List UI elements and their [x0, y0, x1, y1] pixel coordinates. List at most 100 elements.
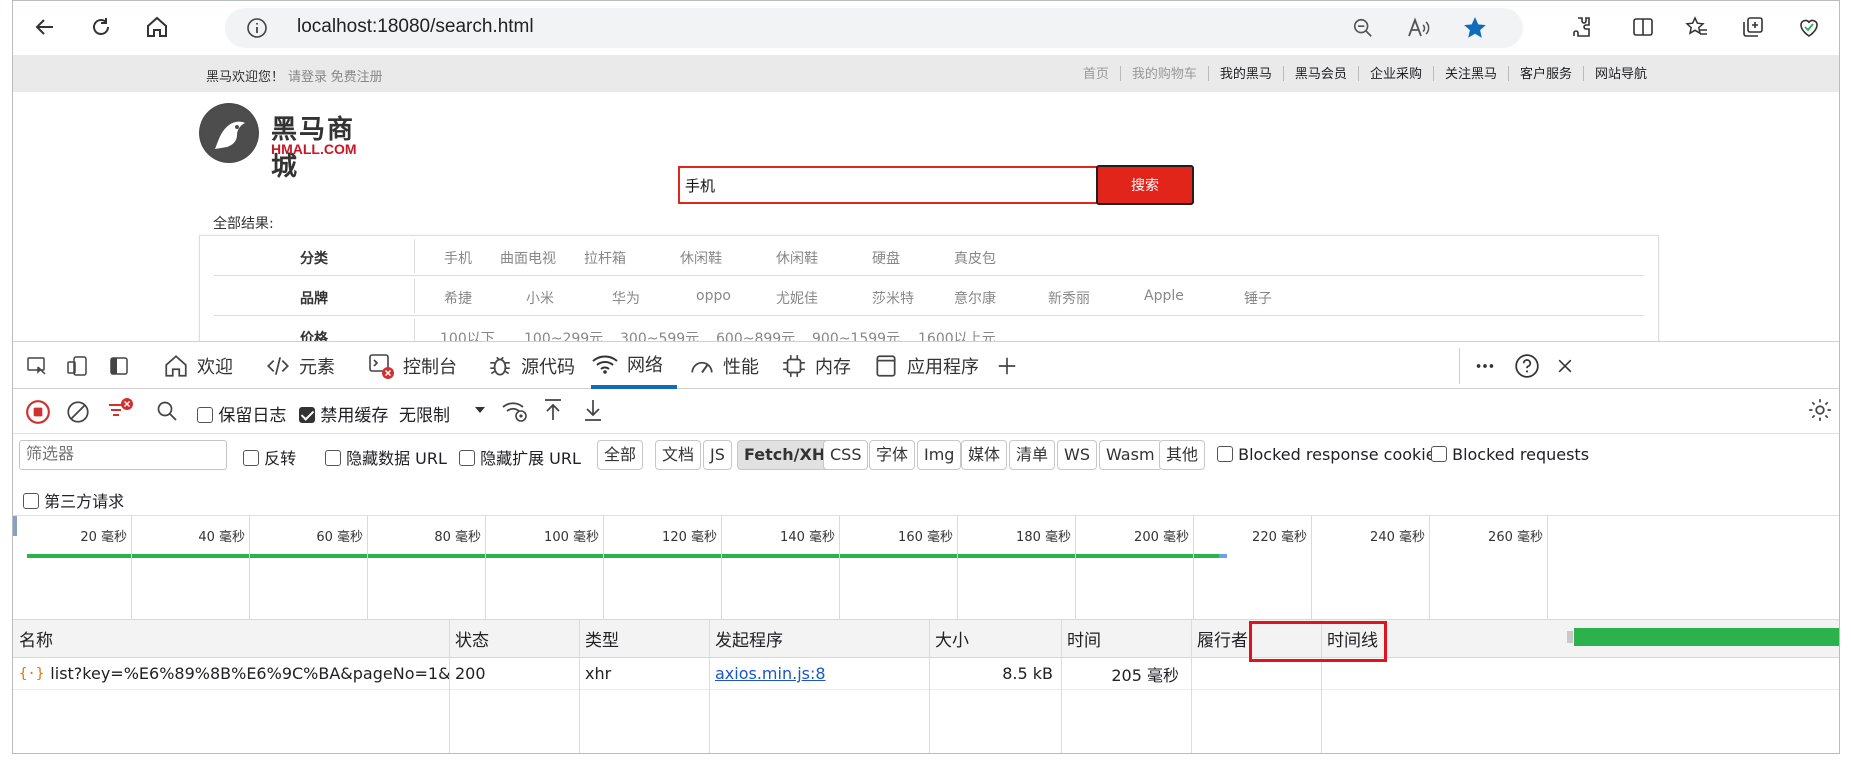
filter-option[interactable]: 小米 [526, 288, 554, 308]
help-icon[interactable] [1513, 352, 1541, 380]
login-register-link[interactable]: 请登录 免费注册 [288, 69, 383, 84]
tab-application[interactable]: 应用程序 [873, 342, 979, 389]
table-row[interactable]: {·} list?key=%E6%89%8B%E6%9C%BA&pageNo=1… [13, 658, 1839, 690]
clear-icon[interactable] [65, 399, 91, 430]
preserve-log-checkbox[interactable]: 保留日志 [197, 401, 286, 426]
address-bar[interactable]: localhost:18080/search.html [225, 8, 1523, 48]
favorite-star-icon[interactable] [1461, 14, 1489, 42]
col-type[interactable]: 类型 [579, 620, 709, 657]
top-link-my[interactable]: 我的黑马 [1209, 66, 1284, 81]
close-devtools-icon[interactable] [1551, 352, 1579, 380]
export-har-icon[interactable] [581, 397, 605, 428]
col-initiator[interactable]: 发起程序 [709, 620, 929, 657]
browser-essentials-icon[interactable] [1791, 9, 1827, 45]
filter-option[interactable]: 希捷 [444, 288, 472, 308]
inspect-element-icon[interactable] [23, 352, 51, 380]
invert-checkbox[interactable]: 反转 [243, 445, 296, 469]
stop-recording-icon[interactable] [25, 399, 51, 430]
top-link-member[interactable]: 黑马会员 [1284, 66, 1359, 81]
filter-option[interactable]: 600~899元 [716, 328, 795, 341]
tab-welcome[interactable]: 欢迎 [163, 342, 233, 389]
extensions-icon[interactable] [1563, 9, 1599, 45]
site-search-button[interactable]: 搜索 [1096, 165, 1194, 205]
filter-option[interactable]: 华为 [612, 288, 640, 308]
hide-ext-urls-checkbox[interactable]: 隐藏扩展 URL [459, 445, 581, 469]
type-chip-font[interactable]: 字体 [869, 440, 916, 470]
col-size[interactable]: 大小 [929, 620, 1061, 657]
type-chip-doc[interactable]: 文档 [655, 440, 702, 470]
site-search-input[interactable] [678, 166, 1098, 204]
search-icon[interactable] [155, 399, 179, 428]
type-chip-media[interactable]: 媒体 [961, 440, 1008, 470]
split-screen-icon[interactable] [1625, 9, 1661, 45]
filter-option[interactable]: 锤子 [1244, 288, 1272, 308]
filter-funnel-icon[interactable] [105, 397, 135, 430]
sidebar-toggle-icon[interactable] [105, 352, 133, 380]
zoom-out-icon[interactable] [1349, 14, 1377, 42]
site-logo[interactable]: 黑马商城 HMALL.COM [199, 103, 367, 182]
filter-option[interactable]: 休闲鞋 [776, 248, 818, 268]
read-aloud-icon[interactable] [1405, 14, 1433, 42]
disable-cache-checkbox[interactable]: 禁用缓存 [299, 401, 388, 426]
top-link-service[interactable]: 客户服务 [1509, 66, 1584, 81]
filter-option[interactable]: 意尔康 [954, 288, 996, 308]
type-chip-img[interactable]: Img [917, 440, 962, 470]
filter-option[interactable]: 300~599元 [620, 328, 699, 341]
type-chip-css[interactable]: CSS [823, 440, 869, 470]
top-link-home[interactable]: 首页 [1072, 66, 1121, 81]
tab-sources[interactable]: 源代码 [487, 342, 575, 389]
tab-performance[interactable]: 性能 [689, 342, 759, 389]
import-har-icon[interactable] [541, 397, 565, 428]
type-chip-manifest[interactable]: 清单 [1009, 440, 1056, 470]
add-tab-icon[interactable] [993, 352, 1021, 380]
col-status[interactable]: 状态 [449, 620, 579, 657]
request-name[interactable]: {·} list?key=%E6%89%8B%E6%9C%BA&pageNo=1… [13, 658, 449, 689]
filter-option[interactable]: 1600以上元 [918, 328, 996, 341]
filter-option[interactable]: 尤妮佳 [776, 288, 818, 308]
favorites-icon[interactable] [1679, 9, 1715, 45]
type-chip-other[interactable]: 其他 [1159, 440, 1206, 470]
blocked-requests-checkbox[interactable]: Blocked requests [1431, 445, 1589, 464]
network-filter-input[interactable] [19, 440, 227, 470]
hide-data-urls-checkbox[interactable]: 隐藏数据 URL [325, 445, 447, 469]
filter-option[interactable]: 硬盘 [872, 248, 900, 268]
tab-elements[interactable]: 元素 [265, 342, 335, 389]
more-options-icon[interactable] [1471, 352, 1499, 380]
request-initiator[interactable]: axios.min.js:8 [709, 658, 929, 689]
top-link-cart[interactable]: 我的购物车 [1121, 66, 1209, 81]
collections-icon[interactable] [1735, 9, 1771, 45]
network-settings-icon[interactable] [1807, 397, 1833, 428]
filter-option[interactable]: 900~1599元 [812, 328, 900, 341]
type-chip-js[interactable]: JS [703, 440, 732, 470]
filter-option[interactable]: 新秀丽 [1048, 288, 1090, 308]
tab-console[interactable]: 控制台 [367, 342, 457, 389]
col-name[interactable]: 名称 [13, 620, 449, 657]
col-time[interactable]: 时间 [1061, 620, 1191, 657]
device-emulation-icon[interactable] [63, 352, 91, 380]
throttling-select[interactable]: 无限制 [399, 401, 491, 426]
blocked-cookies-checkbox[interactable]: Blocked response cookies [1217, 445, 1444, 464]
refresh-icon[interactable] [83, 9, 119, 45]
network-overview[interactable]: 20 毫秒 40 毫秒 60 毫秒 80 毫秒 100 毫秒 120 毫秒 140 毫秒 16… [13, 516, 1839, 620]
filter-option[interactable]: 手机 [444, 248, 472, 268]
network-conditions-icon[interactable] [501, 398, 529, 429]
site-info-icon[interactable] [245, 16, 269, 40]
filter-option[interactable]: Apple [1144, 288, 1184, 304]
type-chip-wasm[interactable]: Wasm [1099, 440, 1162, 470]
type-chip-ws[interactable]: WS [1057, 440, 1097, 470]
filter-option[interactable]: 100以下 [440, 328, 495, 341]
filter-option[interactable]: 休闲鞋 [680, 248, 722, 268]
third-party-checkbox[interactable]: 第三方请求 [23, 488, 124, 512]
home-icon[interactable] [139, 9, 175, 45]
top-link-follow[interactable]: 关注黑马 [1434, 66, 1509, 81]
filter-option[interactable]: 100~299元 [524, 328, 603, 341]
top-link-nav[interactable]: 网站导航 [1584, 66, 1658, 81]
back-arrow-icon[interactable] [27, 9, 63, 45]
type-chip-all[interactable]: 全部 [597, 440, 644, 470]
filter-option[interactable]: 真皮包 [954, 248, 996, 268]
tab-network[interactable]: 网络 [591, 342, 677, 389]
filter-option[interactable]: 莎米特 [872, 288, 914, 308]
top-link-enterprise[interactable]: 企业采购 [1359, 66, 1434, 81]
tab-memory[interactable]: 内存 [781, 342, 851, 389]
filter-option[interactable]: 拉杆箱 [584, 248, 626, 268]
